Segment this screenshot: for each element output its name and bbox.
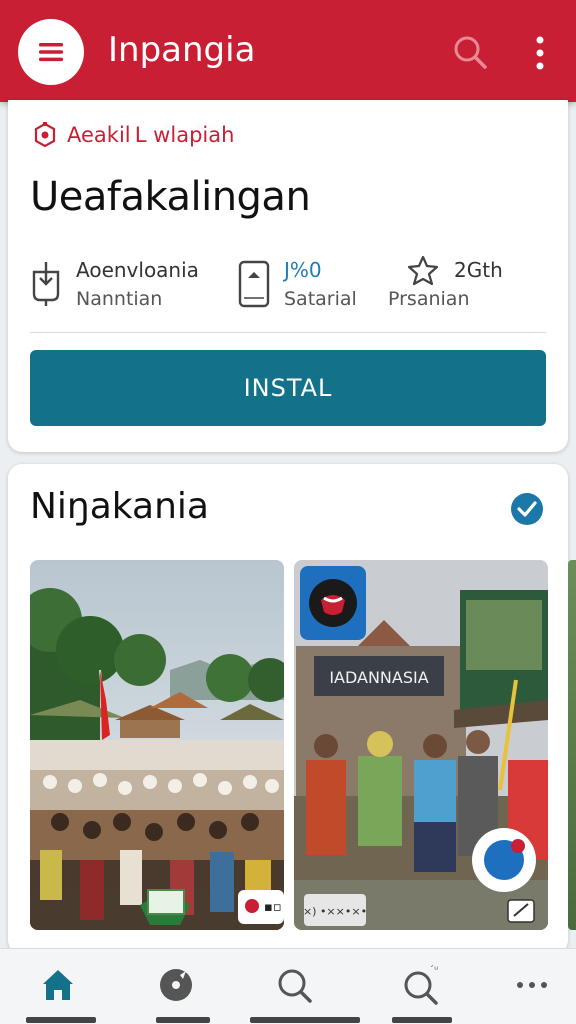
- stat-rating-value: 2Gth: [454, 258, 503, 282]
- developer-name: Aeakil L wlapiah: [67, 123, 235, 147]
- nav-labels-cutoff: [0, 1015, 576, 1024]
- search-icon: [278, 969, 312, 1003]
- screenshot-crowd[interactable]: ▪▫: [30, 560, 284, 930]
- discover-icon: [160, 969, 192, 1001]
- screenshots-card: Niŋakania ▪▫ IADANNASIA ×) •××•×•: [8, 464, 576, 954]
- bottom-navigation: ´ᵘ: [0, 948, 576, 1024]
- stat-downloads-value: Aoenvloania: [76, 258, 199, 282]
- search-badge-icon: ´ᵘ: [404, 964, 438, 1005]
- stat-size-value: J%0: [284, 258, 322, 282]
- stat-downloads: Aoenvloania Nanntian: [28, 254, 228, 314]
- screenshot-building[interactable]: IADANNASIA ×) •××•×•: [294, 560, 548, 930]
- stat-size: J%0 Satarial: [236, 254, 386, 314]
- more-vertical-icon[interactable]: [530, 34, 550, 72]
- svg-text:▪▫: ▪▫: [264, 900, 282, 915]
- search-badge-text: ´ᵘ: [426, 965, 438, 976]
- home-icon: [43, 970, 73, 1000]
- app-title: Inpangia: [108, 30, 256, 70]
- stat-downloads-label: Nanntian: [76, 288, 163, 310]
- more-horizontal-icon: [517, 982, 547, 988]
- download-icon: [32, 262, 60, 306]
- hamburger-menu-icon: [39, 43, 63, 62]
- stat-rating: 2Gth Prsanian: [388, 254, 538, 314]
- building-sign-text: IADANNASIA: [329, 668, 428, 687]
- app-bar: Inpangia: [0, 0, 576, 102]
- star-icon: [407, 255, 439, 286]
- nav-home[interactable]: [38, 965, 78, 1005]
- gallery-title: Niŋakania: [30, 486, 209, 527]
- stat-size-label: Satarial: [284, 288, 357, 310]
- search-icon[interactable]: [452, 34, 488, 70]
- nav-search[interactable]: [274, 965, 314, 1005]
- stat-rating-label: Prsanian: [388, 288, 470, 310]
- screenshot-peek[interactable]: [568, 560, 576, 930]
- nav-discover[interactable]: [156, 965, 196, 1005]
- app-name: Ueafakalingan: [30, 174, 311, 220]
- developer-row[interactable]: Aeakil L wlapiah: [32, 122, 234, 148]
- phone-icon: [238, 260, 270, 308]
- divider: [30, 332, 546, 333]
- app-info-card: Aeakil L wlapiah Ueafakalingan Aoenvloan…: [8, 100, 568, 452]
- nav-search-badge[interactable]: ´ᵘ: [400, 964, 440, 1005]
- developer-badge-icon: [34, 122, 56, 148]
- board-text: ×) •××•×•: [303, 905, 367, 918]
- nav-more[interactable]: [512, 965, 552, 1005]
- verified-check-icon[interactable]: [510, 492, 544, 526]
- install-button[interactable]: INSTAL: [30, 350, 546, 426]
- menu-button[interactable]: [18, 19, 84, 85]
